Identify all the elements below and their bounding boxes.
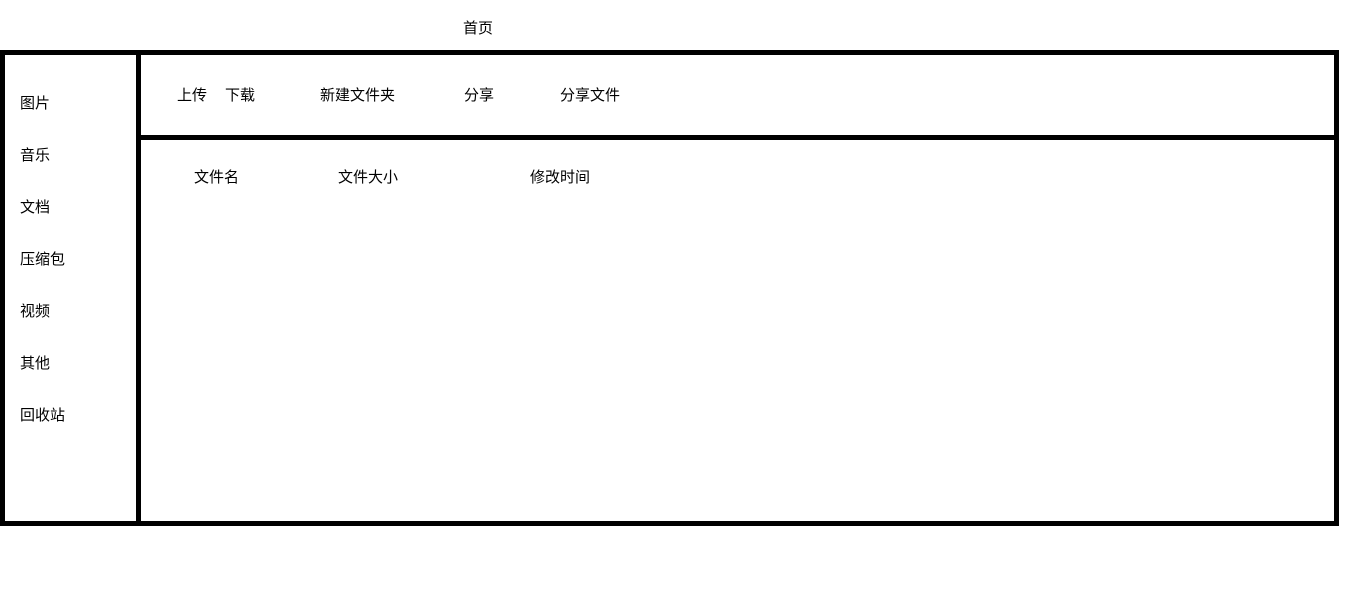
column-header-modified-time[interactable]: 修改时间 xyxy=(530,167,590,187)
new-folder-button[interactable]: 新建文件夹 xyxy=(320,85,395,105)
page: 首页 图片 音乐 文档 压缩包 视频 其他 回收站 上传 下载 新建文件夹 分享… xyxy=(0,0,1360,601)
column-header-file-size[interactable]: 文件大小 xyxy=(338,167,398,187)
file-list: 文件名 文件大小 修改时间 xyxy=(141,140,1334,521)
sidebar-item-archives[interactable]: 压缩包 xyxy=(20,249,65,269)
column-header-file-name[interactable]: 文件名 xyxy=(194,167,239,187)
sidebar: 图片 音乐 文档 压缩包 视频 其他 回收站 xyxy=(5,55,141,521)
sidebar-item-other[interactable]: 其他 xyxy=(20,353,50,373)
sidebar-item-music[interactable]: 音乐 xyxy=(20,145,50,165)
upload-button[interactable]: 上传 xyxy=(177,85,207,105)
share-button[interactable]: 分享 xyxy=(464,85,494,105)
sidebar-item-pictures[interactable]: 图片 xyxy=(20,93,50,113)
sidebar-item-recycle-bin[interactable]: 回收站 xyxy=(20,405,65,425)
shared-files-button[interactable]: 分享文件 xyxy=(560,85,620,105)
sidebar-item-documents[interactable]: 文档 xyxy=(20,197,50,217)
main-frame: 图片 音乐 文档 压缩包 视频 其他 回收站 上传 下载 新建文件夹 分享 分享… xyxy=(0,50,1339,526)
toolbar: 上传 下载 新建文件夹 分享 分享文件 xyxy=(141,55,1334,140)
page-title: 首页 xyxy=(463,19,494,37)
sidebar-item-videos[interactable]: 视频 xyxy=(20,301,50,321)
download-button[interactable]: 下载 xyxy=(225,85,255,105)
